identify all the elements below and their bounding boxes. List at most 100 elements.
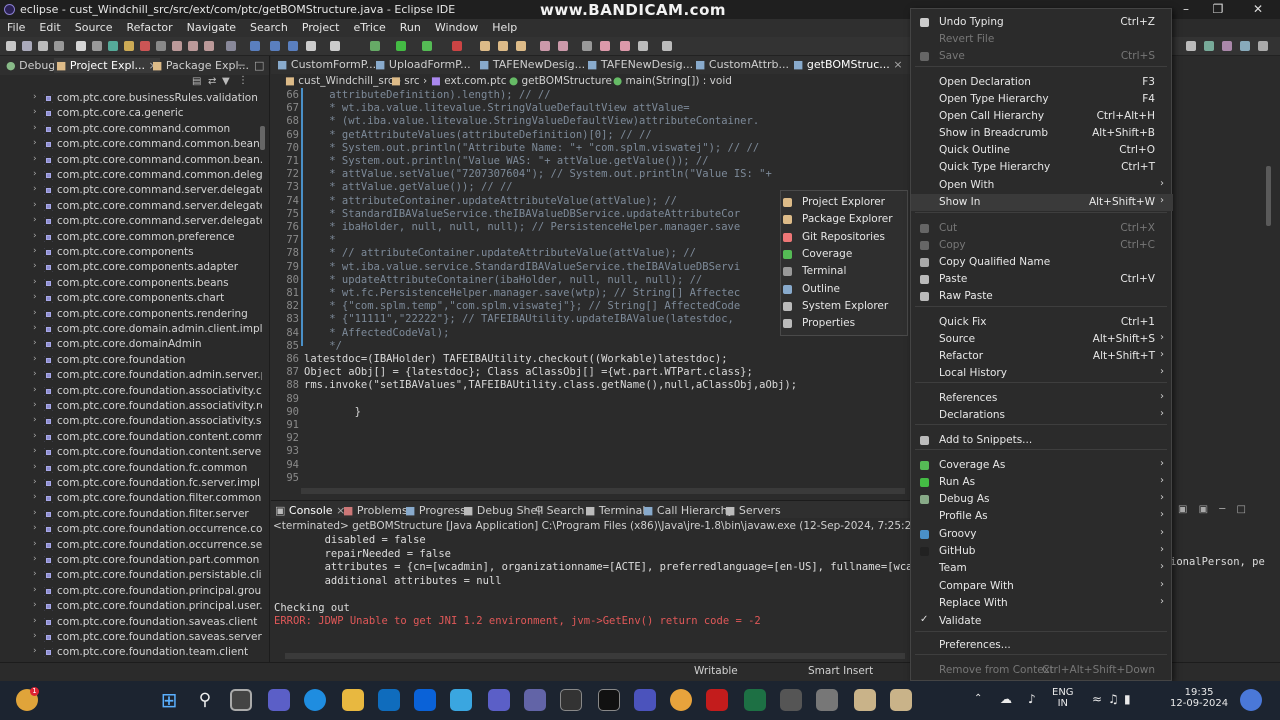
code-line[interactable]: * System.out.println("Attribute Name: "+… [304,142,759,154]
outlook-icon[interactable] [378,689,400,711]
tree-item[interactable]: › com.ptc.core.foundation.associativity.r… [0,399,262,414]
menu-navigate[interactable]: Navigate [180,19,243,36]
step-into-icon[interactable] [172,41,182,51]
code-line[interactable]: * AffectedCodeVal); [304,327,449,339]
menu-item-debug-as[interactable]: Debug As › [911,491,1173,508]
notepad2-icon[interactable] [890,689,912,711]
menu-item-local-history[interactable]: Local History › [911,365,1173,382]
menu-source[interactable]: Source [68,19,120,36]
expand-arrow-icon[interactable]: › [33,523,37,533]
expand-arrow-icon[interactable]: › [33,169,37,179]
open-type-icon[interactable] [540,41,550,51]
pin-console-icon[interactable]: ▣ [1178,504,1187,515]
menu-item-profile-as[interactable]: Profile As › [911,508,1173,525]
step-over-icon[interactable] [188,41,198,51]
tree-item[interactable]: › com.ptc.core.foundation.team.client [0,645,262,660]
expand-arrow-icon[interactable]: › [33,415,37,425]
menu-item-show-in-breadcrumb[interactable]: Show in Breadcrumb Alt+Shift+B [911,125,1173,142]
minimize-view-icon[interactable]: ─ [236,58,247,73]
cmd-icon[interactable] [560,689,582,711]
whitespace-icon[interactable] [330,41,340,51]
open-perspective-icon[interactable] [1186,41,1196,51]
code-line[interactable]: * StandardIBAValueService.theIBAValueDBS… [304,208,740,220]
teams-chat-icon[interactable] [524,689,546,711]
menu-item-quick-type-hierarchy[interactable]: Quick Type Hierarchy Ctrl+T [911,159,1173,176]
menu-item-refactor[interactable]: Refactor Alt+Shift+T › [911,348,1173,365]
menu-item-paste[interactable]: Paste Ctrl+V [911,271,1173,288]
menu-item-revert-file[interactable]: Revert File [911,31,1173,48]
language-indicator[interactable]: ENG IN [1052,687,1074,709]
menu-item-add-to-snippets[interactable]: Add to Snippets... [911,432,1173,449]
file-explorer-icon[interactable] [342,689,364,711]
code-line[interactable]: */ [304,340,342,352]
show-in-item[interactable]: Package Explorer [781,211,909,228]
wifi-icon[interactable]: ≈ [1092,692,1102,706]
expand-arrow-icon[interactable]: › [33,123,37,133]
editor-hscrollbar[interactable] [301,488,905,494]
menu-edit[interactable]: Edit [32,19,67,36]
tree-item[interactable]: › com.ptc.core.components.chart [0,291,262,306]
breadcrumb-project[interactable]: ■ cust_Windchill_src › [285,75,401,87]
expand-arrow-icon[interactable]: › [33,477,37,487]
show-in-item[interactable]: System Explorer [781,298,909,315]
code-line[interactable]: * [304,234,335,246]
menu-item-show-in[interactable]: Show In Alt+Shift+W › [911,194,1173,211]
breadcrumb-class[interactable]: ● getBOMStructure › [509,75,620,87]
settings-icon[interactable] [816,689,838,711]
console-hscrollbar[interactable] [285,653,905,659]
editor-tab-customformp[interactable]: ■ CustomFormP... [277,58,376,71]
windows-start-icon[interactable]: ⊞ [158,689,180,711]
tree-item[interactable]: › com.ptc.core.foundation.filter.common [0,491,262,506]
code-line[interactable]: * ibaHolder, null, null, null); // Persi… [304,221,740,233]
menu-refactor[interactable]: Refactor [120,19,180,36]
tree-item[interactable]: › com.ptc.core.foundation.fc.common [0,461,262,476]
tree-item[interactable]: › com.ptc.core.foundation.associativity.c… [0,384,262,399]
tree-item[interactable]: › com.ptc.core.foundation.principal.group… [0,584,262,599]
code-line[interactable]: rms.invoke("setIBAValues",TAFEIBAUtility… [304,379,797,391]
code-line[interactable]: * {"11111","22222"}; // TAFEIBAUtility.u… [304,313,734,325]
tree-item[interactable]: › com.ptc.core.foundation.content.server.… [0,445,262,460]
code-line[interactable]: * System.out.println("Value WAS: "+ attV… [304,155,708,167]
tree-item[interactable]: › com.ptc.core.common.preference [0,230,262,245]
perspective-other-icon[interactable] [1258,41,1268,51]
toggle-block-icon[interactable] [306,41,316,51]
tree-item[interactable]: › com.ptc.core.foundation.content.common.… [0,430,262,445]
code-line[interactable]: * getAttributeValues(attributeDefinition… [304,129,651,141]
code-line[interactable]: * attValue.getValue()); // // [304,181,512,193]
editor-tab-tafenewdesig-2[interactable]: ■ TAFENewDesig... [587,58,693,71]
tree-item[interactable]: › com.ptc.core.foundation.saveas.client [0,615,262,630]
microphone-icon[interactable]: ♪ [1028,692,1036,706]
code-line[interactable]: * updateAttributeContainer(ibaHolder, nu… [304,274,702,286]
editor-vscrollbar[interactable] [1266,166,1271,226]
code-line[interactable]: * wt.fc.PersistenceHelper.manager.save(w… [304,287,740,299]
menu-item-open-call-hierarchy[interactable]: Open Call Hierarchy Ctrl+Alt+H [911,108,1173,125]
menu-item-source[interactable]: Source Alt+Shift+S › [911,331,1173,348]
menu-item-raw-paste[interactable]: Raw Paste [911,288,1173,305]
tab-search[interactable]: ⚲ Search [535,504,584,517]
expand-arrow-icon[interactable]: › [33,323,37,333]
volume-icon[interactable]: ♫ [1108,692,1119,706]
expand-arrow-icon[interactable]: › [33,308,37,318]
edge-icon[interactable] [304,689,326,711]
show-in-item[interactable]: Git Repositories [781,229,909,246]
show-in-item[interactable]: Project Explorer [781,194,909,211]
expand-arrow-icon[interactable]: › [33,369,37,379]
tree-item[interactable]: › com.ptc.core.foundation.filter.server [0,507,262,522]
tree-item[interactable]: › com.ptc.core.foundation.occurrence.comm… [0,522,262,537]
menu-help[interactable]: Help [485,19,524,36]
drop-to-frame-icon[interactable] [226,41,236,51]
tab-project-explorer[interactable]: ■ Project Expl... × [54,58,160,73]
search-icon[interactable]: ⚲ [194,689,216,711]
teams-work-icon[interactable] [488,689,510,711]
back-icon[interactable] [638,41,648,51]
tree-item[interactable]: › com.ptc.core.foundation.associativity.s… [0,414,262,429]
menu-item-cut[interactable]: Cut Ctrl+X [911,220,1173,237]
clock[interactable]: 19:35 12-09-2024 [1170,687,1228,709]
notepad-icon[interactable] [854,689,876,711]
store-icon[interactable] [450,689,472,711]
expand-arrow-icon[interactable]: › [33,385,37,395]
tab-terminal[interactable]: ■ Terminal [585,504,645,517]
menu-item-validate[interactable]: ✓ Validate [911,613,1173,630]
expand-arrow-icon[interactable]: › [33,569,37,579]
expand-arrow-icon[interactable]: › [33,554,37,564]
